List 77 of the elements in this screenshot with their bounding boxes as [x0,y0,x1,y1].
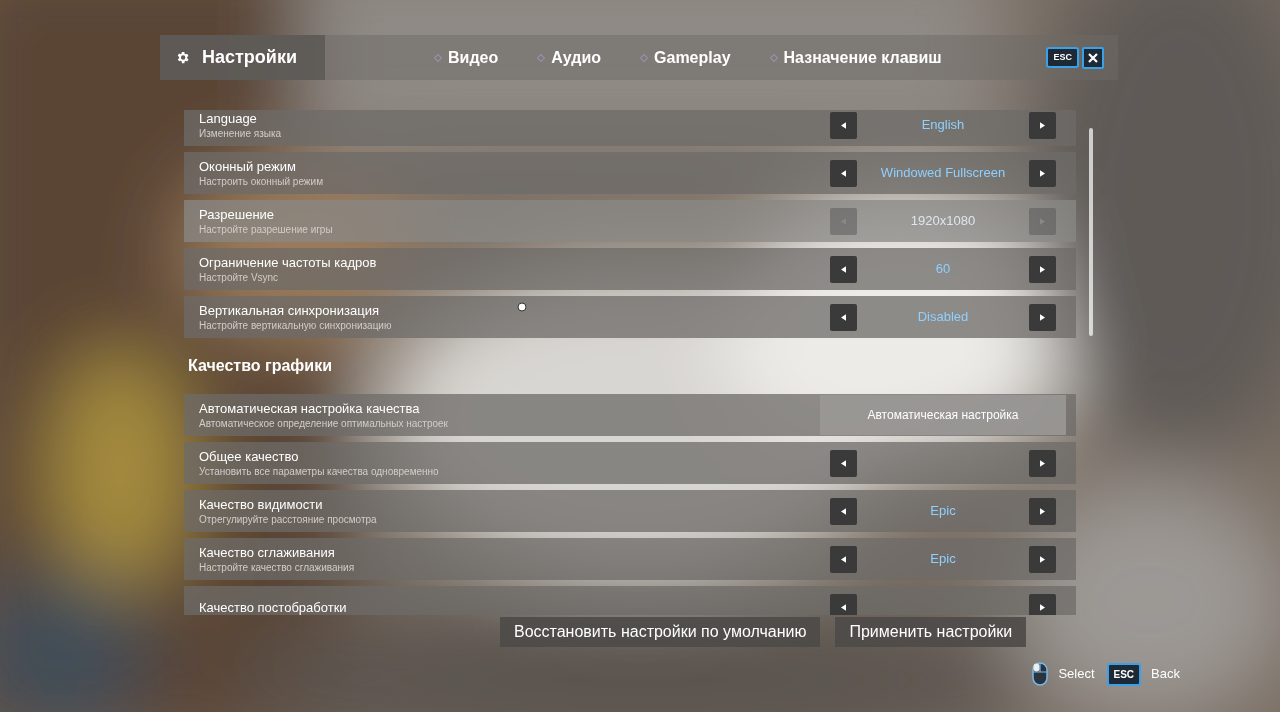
right-arrow-icon [1040,555,1045,563]
close-button[interactable] [1082,46,1104,69]
next-button[interactable] [1029,255,1056,283]
setting-label: Ограничение частоты кадров [199,254,377,271]
setting-value: Epic [930,550,956,569]
setting-label: Вертикальная синхронизация [199,302,379,319]
left-arrow-icon [841,555,846,563]
hint-label: Back [1151,665,1180,684]
setting-description: Изменение языка [199,127,282,140]
setting-value: English [921,116,965,135]
esc-key: ESC [1046,46,1079,69]
next-button[interactable] [1029,449,1056,477]
right-arrow-icon [1040,265,1045,273]
cursor-icon [517,302,527,312]
menu-tab[interactable]: Видео [448,45,499,70]
left-arrow-icon [841,507,846,515]
left-arrow-icon [841,169,846,177]
left-arrow-icon [841,121,846,129]
next-button[interactable] [1029,303,1056,331]
previous-button[interactable] [830,255,857,283]
previous-button[interactable] [830,111,857,139]
previous-button[interactable] [830,545,857,573]
next-button[interactable] [1029,545,1056,573]
left-arrow-icon [841,603,846,611]
setting-label: Качество постобработки [199,598,347,615]
setting-description: Отрегулируйте расстояние просмотра [199,513,377,526]
setting-label: Автоматическая настройка качества [199,400,420,417]
setting-value: 1920x1080 [910,212,976,231]
next-button[interactable] [1029,159,1056,187]
setting-value: Disabled [917,308,969,327]
left-arrow-icon [841,265,846,273]
previous-button[interactable] [830,449,857,477]
setting-description: Настройте вертикальную синхронизацию [199,319,392,332]
previous-button[interactable] [830,497,857,525]
right-arrow-icon [1040,507,1045,515]
settings-title: Настройки [202,46,297,69]
right-arrow-icon [1040,603,1045,611]
setting-value: Windowed Fullscreen [880,164,1006,183]
setting-description: Настройте качество сглаживания [199,561,355,574]
menu-tab[interactable]: Gameplay [654,45,731,70]
hint-label: Select [1058,665,1095,684]
left-arrow-icon [841,313,846,321]
auto-setup-button[interactable]: Автоматическая настройка [820,395,1066,435]
previous-button[interactable] [830,303,857,331]
setting-label: Качество сглаживания [199,544,335,561]
setting-value: 60 [935,260,951,279]
setting-description: Настройте Vsync [199,271,279,284]
restore-defaults-button[interactable]: Восстановить настройки по умолчанию [500,617,821,647]
menu-tab[interactable]: Аудио [551,45,602,70]
settings-icon [175,50,190,65]
apply-button[interactable]: Применить настройки [835,617,1027,647]
setting-label: Разрешение [199,206,275,223]
setting-label: Language [199,110,257,127]
setting-value: Epic [930,502,956,521]
setting-description: Установить все параметры качества одновременно [199,465,439,478]
left-arrow-icon [841,459,846,467]
setting-label: Оконный режим [199,158,296,175]
menu-tab[interactable]: Назначение клавиш [783,45,942,70]
setting-label: Общее качество [199,448,299,465]
right-arrow-icon [1040,121,1045,129]
setting-label: Качество видимости [199,496,323,513]
mouse-icon [1032,662,1049,686]
setting-description: Настройте разрешение игры [199,223,333,236]
close-icon [1087,51,1099,64]
next-button[interactable] [1029,593,1056,615]
next-button[interactable] [1029,497,1056,525]
setting-description: Настроить оконный режим [199,175,323,188]
right-arrow-icon [1040,459,1045,467]
next-button[interactable] [1029,111,1056,139]
right-arrow-icon [1040,313,1045,321]
section-heading: Качество графики [188,356,333,376]
scrollbar[interactable] [1089,128,1093,336]
right-arrow-icon [1040,217,1045,225]
right-arrow-icon [1040,169,1045,177]
setting-description: Автоматическое определение оптимальных настроек [199,417,448,430]
previous-button[interactable] [830,593,857,615]
previous-button[interactable] [830,159,857,187]
